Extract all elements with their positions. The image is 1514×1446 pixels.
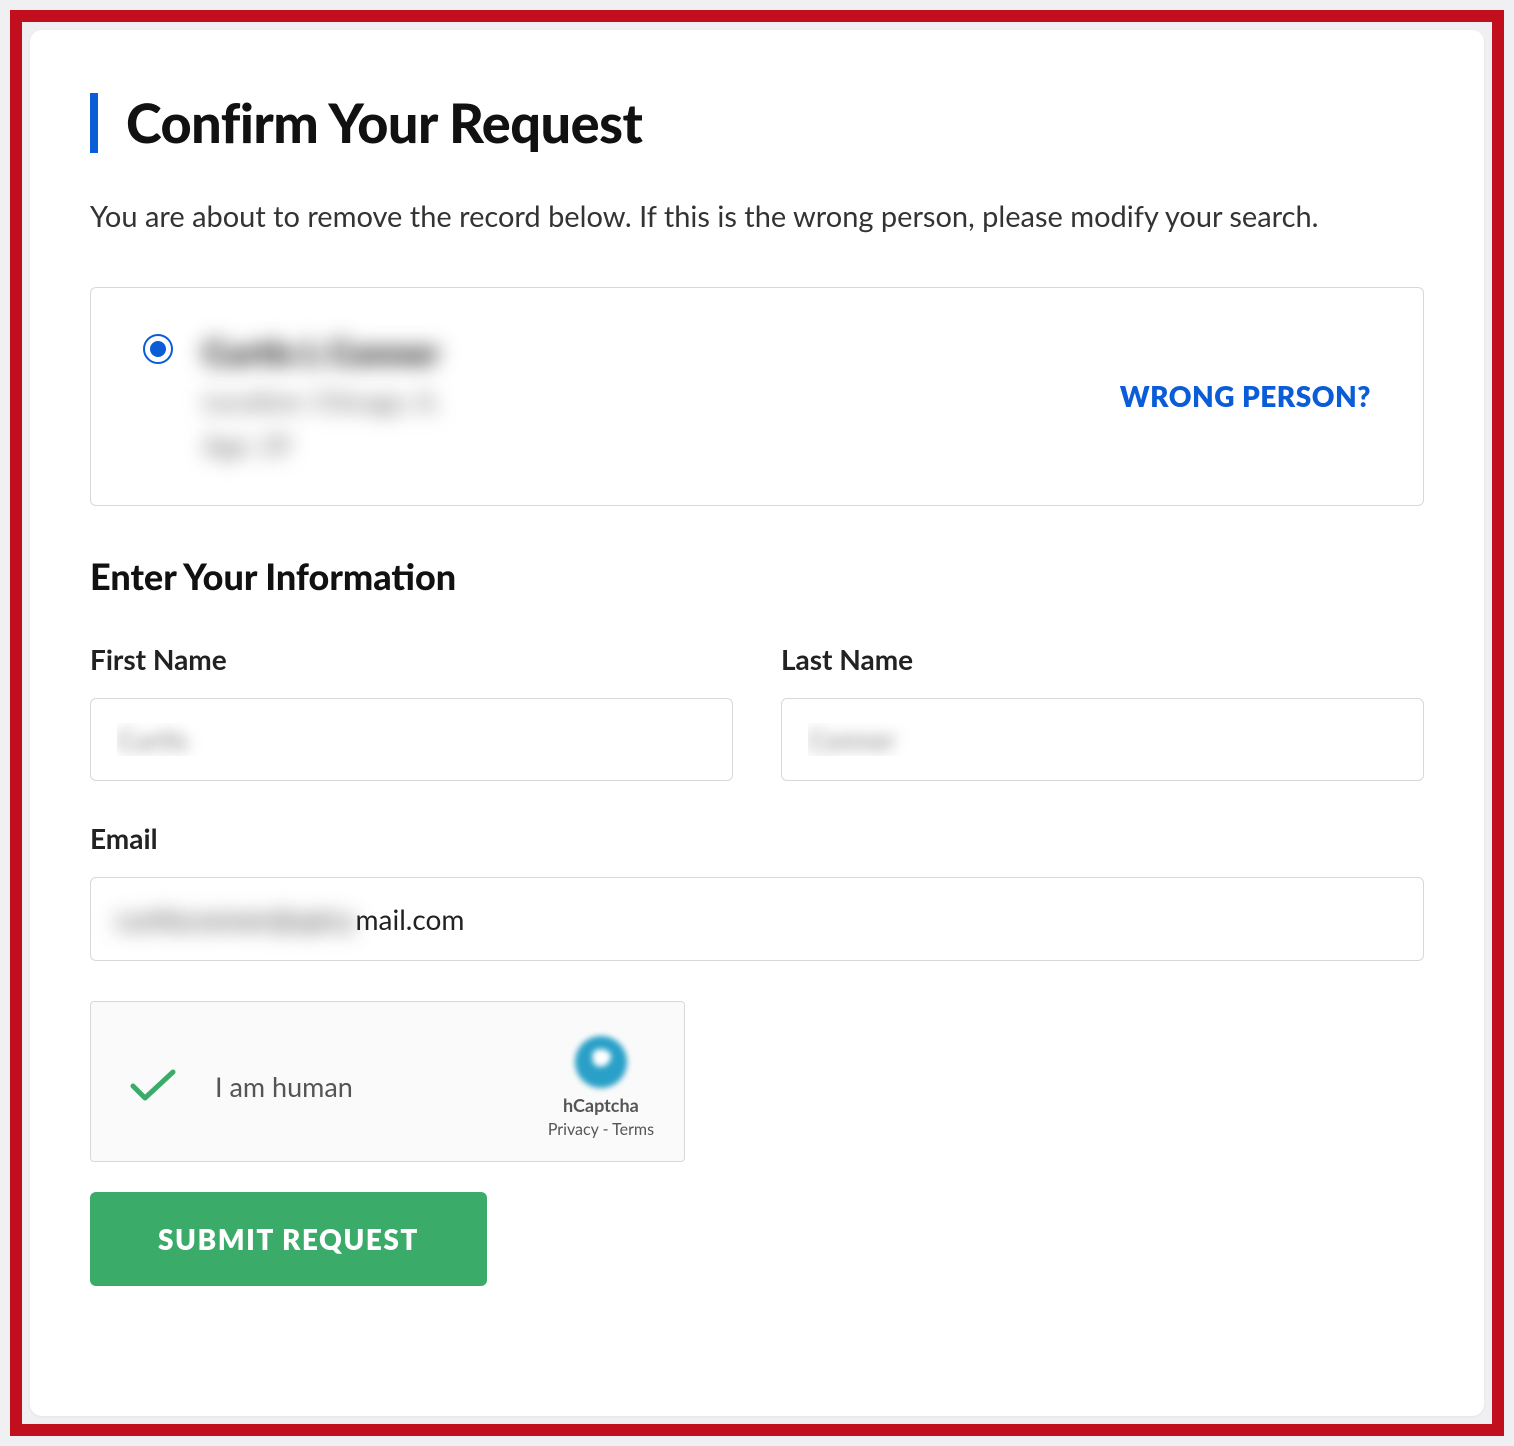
checkmark-icon <box>129 1068 177 1104</box>
email-input[interactable] <box>90 877 1424 961</box>
title-row: Confirm Your Request <box>90 90 1424 155</box>
form-section-title: Enter Your Information <box>90 554 1424 598</box>
hcaptcha-links: Privacy - Terms <box>548 1120 654 1139</box>
captcha-box[interactable]: I am human hCaptcha Privacy - Terms <box>90 1001 685 1162</box>
name-row: First Name Last Name <box>90 642 1424 781</box>
first-name-col: First Name <box>90 642 733 781</box>
email-row: Email curtisconner@spicy mail.com <box>90 821 1424 961</box>
email-label: Email <box>90 821 1424 855</box>
hcaptcha-terms-link[interactable]: Terms <box>612 1120 654 1139</box>
email-col: Email curtisconner@spicy mail.com <box>90 821 1424 961</box>
captcha-label: I am human <box>215 1070 353 1103</box>
record-left: Curtis L Conner Location: Chicago, IL Ag… <box>143 332 440 461</box>
last-name-input[interactable] <box>781 698 1424 781</box>
last-name-col: Last Name <box>781 642 1424 781</box>
first-name-label: First Name <box>90 642 733 676</box>
highlight-frame: Confirm Your Request You are about to re… <box>10 10 1504 1436</box>
record-age: Age: 29 <box>203 429 440 461</box>
email-wrap: curtisconner@spicy mail.com <box>90 877 1424 961</box>
record-name: Curtis L Conner <box>203 332 440 373</box>
title-accent-bar <box>90 93 98 153</box>
hcaptcha-logo-icon <box>573 1034 629 1090</box>
first-name-input[interactable] <box>90 698 733 781</box>
captcha-right: hCaptcha Privacy - Terms <box>548 1034 654 1139</box>
page-subtitle: You are about to remove the record below… <box>90 195 1424 239</box>
record-box: Curtis L Conner Location: Chicago, IL Ag… <box>90 287 1424 506</box>
record-info: Curtis L Conner Location: Chicago, IL Ag… <box>203 332 440 461</box>
wrong-person-link[interactable]: WRONG PERSON? <box>1120 379 1371 413</box>
hcaptcha-brand: hCaptcha <box>563 1094 639 1116</box>
confirm-request-card: Confirm Your Request You are about to re… <box>30 30 1484 1416</box>
last-name-label: Last Name <box>781 642 1424 676</box>
record-location: Location: Chicago, IL <box>203 385 440 417</box>
record-radio[interactable] <box>143 334 173 364</box>
hcaptcha-privacy-link[interactable]: Privacy <box>548 1120 599 1139</box>
submit-request-button[interactable]: SUBMIT REQUEST <box>90 1192 487 1286</box>
radio-dot-icon <box>150 341 166 357</box>
captcha-left: I am human <box>129 1068 353 1104</box>
page-title: Confirm Your Request <box>126 90 642 155</box>
